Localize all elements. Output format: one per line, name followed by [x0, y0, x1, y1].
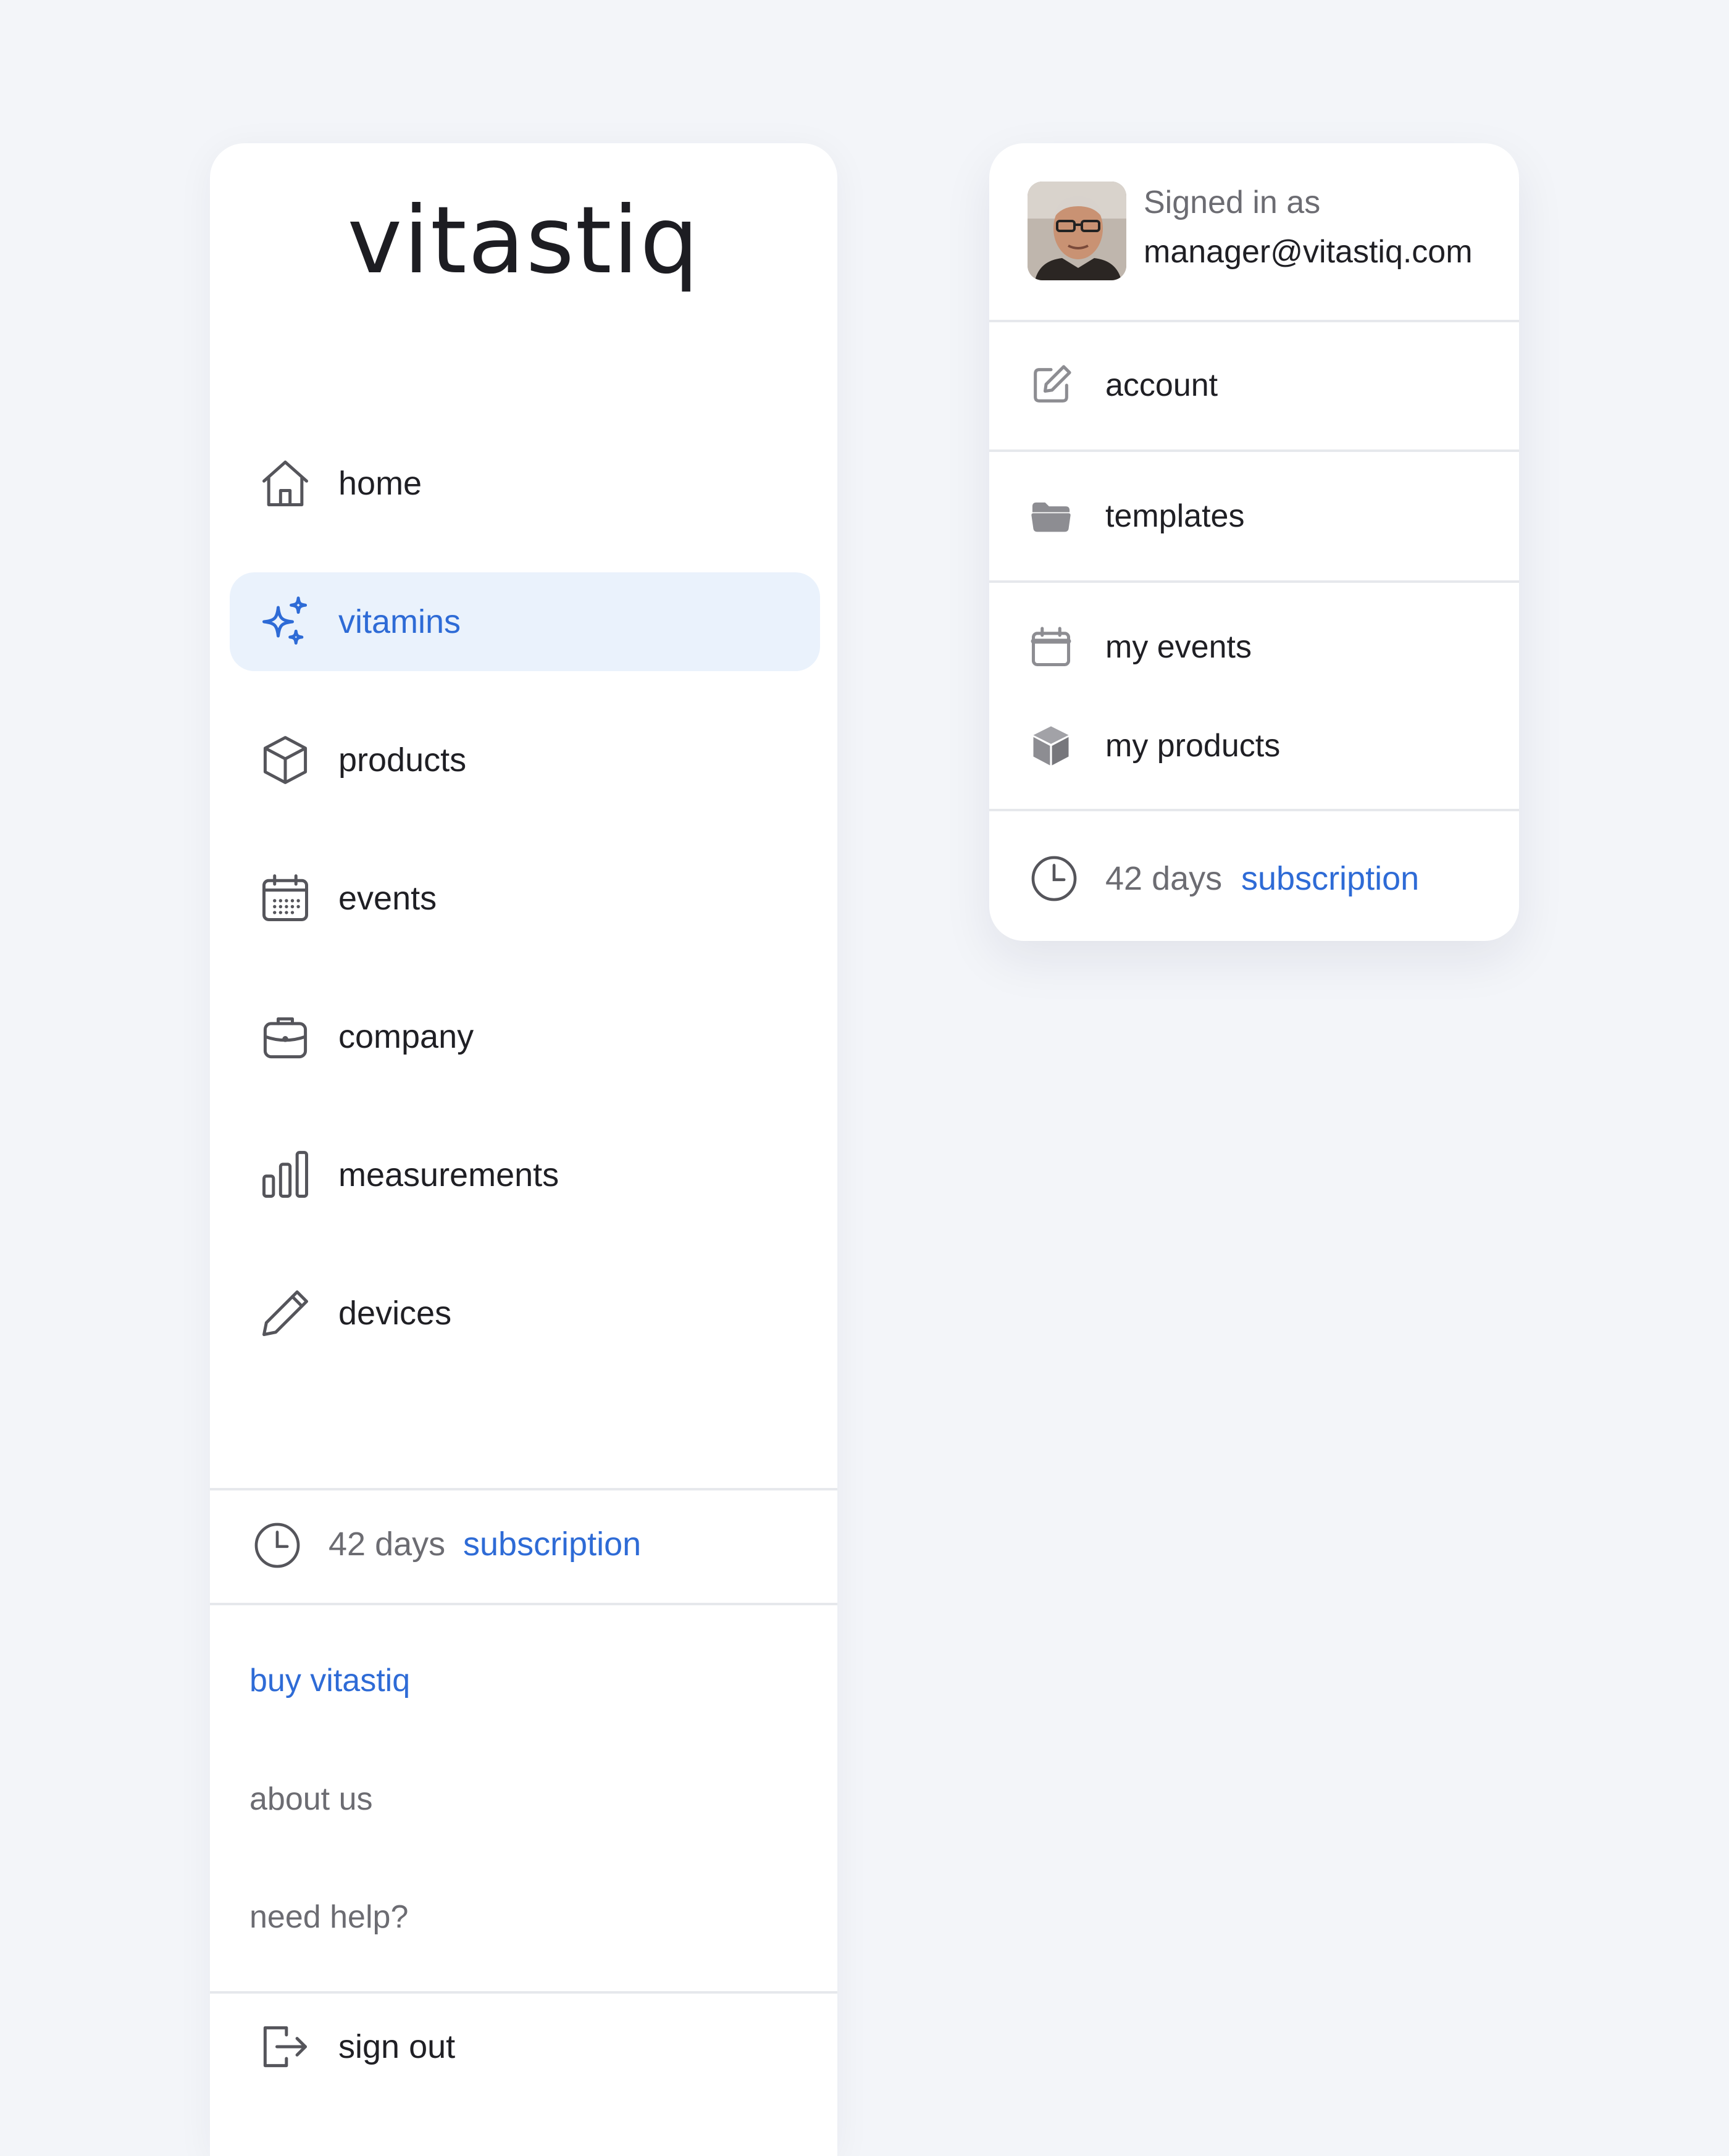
menu-item-account[interactable]: account [989, 336, 1519, 435]
nav-item-home[interactable]: home [230, 434, 820, 533]
briefcase-icon [257, 1008, 314, 1065]
subscription-days: 42 days [1105, 860, 1223, 897]
box-icon [257, 732, 314, 788]
subscription-link[interactable]: subscription [1241, 859, 1419, 898]
about-us-link[interactable]: about us [249, 1781, 373, 1818]
avatar[interactable] [1028, 182, 1126, 280]
nav-label: vitamins [338, 603, 461, 640]
nav-label: measurements [338, 1156, 559, 1193]
nav-item-company[interactable]: company [230, 987, 820, 1086]
calendar-icon [257, 870, 314, 927]
bar-chart-icon [257, 1147, 314, 1203]
divider [989, 580, 1519, 583]
signed-in-label: Signed in as [1144, 185, 1321, 220]
sparkles-icon [257, 593, 314, 650]
nav-item-vitamins[interactable]: vitamins [230, 572, 820, 671]
menu-item-templates[interactable]: templates [989, 467, 1519, 566]
divider [210, 1991, 837, 1994]
buy-vitastiq-link[interactable]: buy vitastiq [249, 1662, 410, 1699]
need-help-link[interactable]: need help? [249, 1899, 408, 1936]
nav-item-products[interactable]: products [230, 711, 820, 809]
home-icon [257, 455, 314, 512]
nav-label: events [338, 880, 437, 917]
divider [210, 1603, 837, 1605]
clock-icon [1028, 852, 1081, 905]
sign-out-button[interactable]: sign out [210, 1997, 837, 2096]
sidebar: vitastiq home vitamins products events c… [210, 143, 837, 2156]
subscription-row: 42 days subscription [989, 825, 1519, 936]
menu-item-label: my products [1105, 728, 1281, 764]
edit-icon [1028, 362, 1074, 409]
nav-item-events[interactable]: events [230, 849, 820, 948]
subscription-row: 42 days subscription [210, 1490, 837, 1602]
divider [989, 809, 1519, 811]
pencil-icon [257, 1285, 314, 1342]
nav-label: devices [338, 1295, 452, 1332]
divider [989, 320, 1519, 322]
menu-item-label: my events [1105, 629, 1252, 665]
menu-item-label: templates [1105, 498, 1245, 534]
logo[interactable]: vitastiq [210, 179, 837, 303]
account-menu: Signed in as manager@vitastiq.com accoun… [989, 143, 1519, 941]
user-email: manager@vitastiq.com [1144, 234, 1473, 270]
nav-item-measurements[interactable]: measurements [230, 1126, 820, 1224]
subscription-link[interactable]: subscription [463, 1525, 641, 1563]
menu-item-my-products[interactable]: my products [989, 696, 1519, 795]
calendar-icon [1028, 624, 1074, 671]
folder-icon [1028, 493, 1074, 540]
nav-label: company [338, 1018, 474, 1055]
nav-label: products [338, 742, 467, 779]
nav-label: home [338, 465, 422, 502]
divider [989, 449, 1519, 452]
clock-icon [251, 1519, 304, 1572]
subscription-days: 42 days [329, 1526, 446, 1563]
sign-out-label: sign out [338, 2028, 456, 2065]
sign-out-icon [256, 2018, 312, 2075]
nav-item-devices[interactable]: devices [230, 1264, 820, 1363]
menu-item-my-events[interactable]: my events [989, 598, 1519, 696]
menu-item-label: account [1105, 367, 1218, 403]
cube-icon [1028, 722, 1074, 769]
